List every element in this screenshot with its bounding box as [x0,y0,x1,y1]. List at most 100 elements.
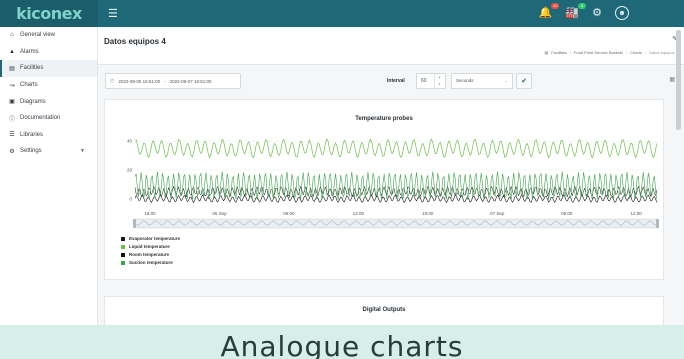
chevron-down-icon: ⌄ [504,78,508,83]
x-tick-label: 12:00 [631,211,643,216]
interval-unit-select[interactable]: Seconds ⌄ [451,73,513,89]
facility-badge: 4 [578,3,587,9]
breadcrumb-facility[interactable]: Food Point Service Baskets [574,50,623,55]
interval-stepper[interactable]: ▲ ▼ [434,74,444,88]
table-icon[interactable]: ▦ [669,76,675,83]
page-title: Datos equipos 4 [104,37,166,46]
x-tick-label: 12:00 [353,211,365,216]
legend-item-liquid[interactable]: Liquid temperature [121,244,180,249]
user-avatar-icon[interactable]: ☻ [615,6,629,20]
legend-label: Liquid temperature [129,244,170,249]
factory-icon: ▤ [544,50,549,55]
stepper-down-icon[interactable]: ▼ [435,81,444,88]
sidebar-item-alarms[interactable]: ▲ Alarms [0,44,97,61]
date-separator: - [164,78,166,84]
y-tick-label: 20 [127,168,133,173]
x-tick-label: 18:00 [144,211,156,216]
question-icon: ⓘ [8,116,15,123]
top-bar: kiconex ☰ 🔔 42 🏭 4 ⚙ ☻ [0,0,684,27]
legend-item-room[interactable]: Room temperature [121,252,180,257]
x-tick-label: 06 Sep [212,211,227,216]
chevron-down-icon: ▼ [80,148,85,155]
sidebar-item-facilities[interactable]: ▤ Facilities [0,60,97,77]
sidebar-item-libraries[interactable]: ☰ Libraries [0,127,97,144]
breadcrumb-facilities[interactable]: Facilities [551,50,567,55]
breadcrumb: ▤ Facilities / Food Point Service Basket… [544,50,678,55]
home-icon: ⌂ [10,32,14,39]
legend-swatch [121,244,125,249]
legend-label: Evaporator temperature [129,236,181,241]
range-navigator [134,218,658,229]
date-to: 2022-09-07 16:51:00 [169,78,212,84]
chart-legend: Evaporator temperature Liquid temperatur… [121,236,180,265]
page-header: Datos equipos 4 ✎ ▤ Facilities / Food Po… [98,27,684,65]
gears-icon: ⚙ [9,148,15,155]
list-icon: ☰ [9,132,15,139]
navigator-handle-right [656,219,659,228]
sidebar-item-label: Charts [20,82,38,89]
top-icons: 🔔 42 🏭 4 ⚙ ☻ [539,3,629,20]
chart-controls: ◴ 2022-09-05 16:51:00 - 2022-09-07 16:51… [98,70,684,92]
legend-item-suction[interactable]: Suction temperature [121,260,180,265]
sidebar-item-label: Alarms [20,48,39,55]
interval-unit-value: Seconds [456,78,474,83]
series-line-1 [134,138,658,159]
bell-icon: ▲ [9,48,15,55]
date-from: 2022-09-05 16:51:00 [118,78,161,84]
temperature-chart-card: Temperature probes 18:00 06 Sep 06:00 12:00… [104,99,664,280]
breadcrumb-charts[interactable]: Charts [630,50,642,55]
legend-label: Suction temperature [129,260,173,265]
breadcrumb-separator: / [644,50,647,55]
sidebar-item-label: Facilities [20,65,44,72]
apply-button[interactable]: ✔ [516,73,532,89]
legend-swatch [121,252,125,257]
legend-label: Room temperature [129,252,170,257]
breadcrumb-current: Datos equipos 4 [649,50,678,55]
legend-item-evaporator[interactable]: Evaporator temperature [121,236,180,241]
alarm-bell-icon[interactable]: 🔔 42 [539,3,560,20]
sidebar-item-label: Diagrams [20,98,46,105]
digital-outputs-card: Digital Outputs [104,296,664,325]
sidebar-item-label: Libraries [20,131,44,138]
sidebar-item-label: General view [20,32,56,39]
date-range-input[interactable]: ◴ 2022-09-05 16:51:00 - 2022-09-07 16:51… [105,73,241,89]
stepper-up-icon[interactable]: ▲ [435,74,444,81]
breadcrumb-separator: / [569,50,571,55]
navigator-handle-left [133,219,136,228]
sidebar-item-documentation[interactable]: ⓘ Documentation [0,110,97,127]
sidebar-item-label: Settings [20,148,42,155]
app-window: kiconex ☰ 🔔 42 🏭 4 ⚙ ☻ ⌂ General view ▲ Al… [0,0,684,325]
sidebar-item-settings[interactable]: ⚙ Settings ▼ [0,143,97,160]
logo-area[interactable]: kiconex [0,0,98,27]
temperature-chart[interactable]: 18:00 06 Sep 06:00 12:00 18:00 07 Sep 06:00 12:… [105,128,665,268]
sidebar-item-general-view[interactable]: ⌂ General view [0,27,97,44]
x-tick-label: 18:00 [422,211,434,216]
hamburger-icon[interactable]: ☰ [108,7,118,20]
sidebar-item-diagrams[interactable]: ▣ Diagrams [0,93,97,110]
legend-swatch [121,260,125,265]
alarm-badge: 42 [551,3,560,9]
caption: Analogue charts [220,330,464,359]
interval-label: Interval [387,78,405,84]
y-tick-label: 40 [127,139,133,144]
breadcrumb-separator: / [626,50,628,55]
line-chart-icon: ↝ [9,82,15,89]
kiconex-logo: kiconex [16,4,82,23]
x-tick-label: 06:00 [283,211,295,216]
sidebar-item-label: Documentation [20,115,61,122]
check-icon: ✔ [521,78,527,85]
chart-title: Temperature probes [355,116,413,122]
calendar-icon: ◴ [110,78,115,84]
page-scrollbar[interactable] [676,30,681,130]
digital-outputs-title: Digital Outputs [362,307,406,313]
facility-icon[interactable]: 🏭 4 [565,3,587,20]
x-tick-label: 06:00 [561,211,573,216]
legend-swatch [121,236,125,241]
sidebar-item-charts[interactable]: ↝ Charts [0,77,97,94]
x-tick-label: 07 Sep [490,211,505,216]
factory-icon: ▤ [9,65,15,72]
image-icon: ▣ [9,99,15,106]
settings-gear-icon[interactable]: ⚙ [592,6,602,20]
y-tick-label: 0 [129,196,132,201]
sidebar: ⌂ General view ▲ Alarms ▤ Facilities ↝ C… [0,27,98,325]
